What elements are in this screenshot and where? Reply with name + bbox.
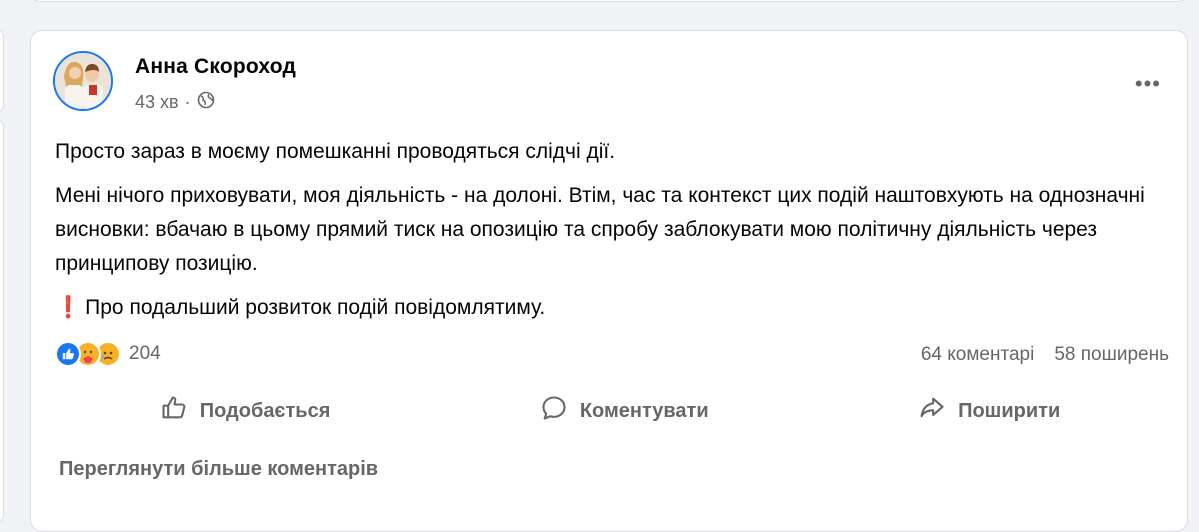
like-button[interactable]: Подобається bbox=[160, 394, 331, 428]
view-more-comments-link[interactable]: Переглянути більше коментарів bbox=[59, 458, 378, 481]
previous-post-card bbox=[30, 0, 1188, 2]
comment-bubble-icon bbox=[540, 394, 568, 428]
post-actions: Подобається Коментувати Поширити bbox=[55, 391, 1165, 431]
share-arrow-icon bbox=[918, 394, 946, 428]
exclamation-icon: ❗ bbox=[55, 296, 82, 319]
side-panel-edge-lower bbox=[0, 120, 4, 522]
meta-separator: · bbox=[184, 92, 191, 112]
comment-button[interactable]: Коментувати bbox=[540, 394, 709, 428]
post-card: Анна Скороход 43 хв · ••• Просто зараз в… bbox=[30, 30, 1188, 532]
author-name[interactable]: Анна Скороход bbox=[135, 55, 296, 79]
globe-icon[interactable] bbox=[197, 91, 215, 114]
post-body: Просто зараз в моєму помешканні проводят… bbox=[55, 135, 1165, 335]
shares-count[interactable]: 58 поширень bbox=[1054, 344, 1169, 366]
post-paragraph-text: Про подальший розвиток подій повідомляти… bbox=[85, 296, 546, 319]
post-meta: 43 хв · bbox=[135, 91, 215, 114]
like-icon bbox=[55, 341, 81, 367]
more-options-icon[interactable]: ••• bbox=[1135, 71, 1161, 97]
side-panel-edge bbox=[0, 30, 4, 112]
thumbs-up-icon bbox=[160, 394, 188, 428]
reaction-count: 204 bbox=[129, 343, 161, 364]
comment-button-label: Коментувати bbox=[579, 399, 709, 422]
author-avatar[interactable] bbox=[53, 51, 113, 111]
share-button-label: Поширити bbox=[958, 399, 1061, 422]
post-paragraph: Просто зараз в моєму помешканні проводят… bbox=[55, 140, 616, 163]
engagement-stats: 64 коментарі 58 поширень bbox=[921, 344, 1169, 366]
comments-count[interactable]: 64 коментарі bbox=[921, 344, 1034, 366]
share-button[interactable]: Поширити bbox=[918, 394, 1060, 428]
post-time[interactable]: 43 хв bbox=[135, 92, 179, 113]
reactions-summary[interactable]: 204 bbox=[55, 341, 161, 367]
avatar-photo bbox=[55, 53, 111, 109]
post-paragraph: Мені нічого приховувати, моя діяльність … bbox=[55, 184, 1145, 275]
like-button-label: Подобається bbox=[199, 399, 331, 422]
post-paragraph: ❗ Про подальший розвиток подій повідомлят… bbox=[55, 291, 1165, 325]
